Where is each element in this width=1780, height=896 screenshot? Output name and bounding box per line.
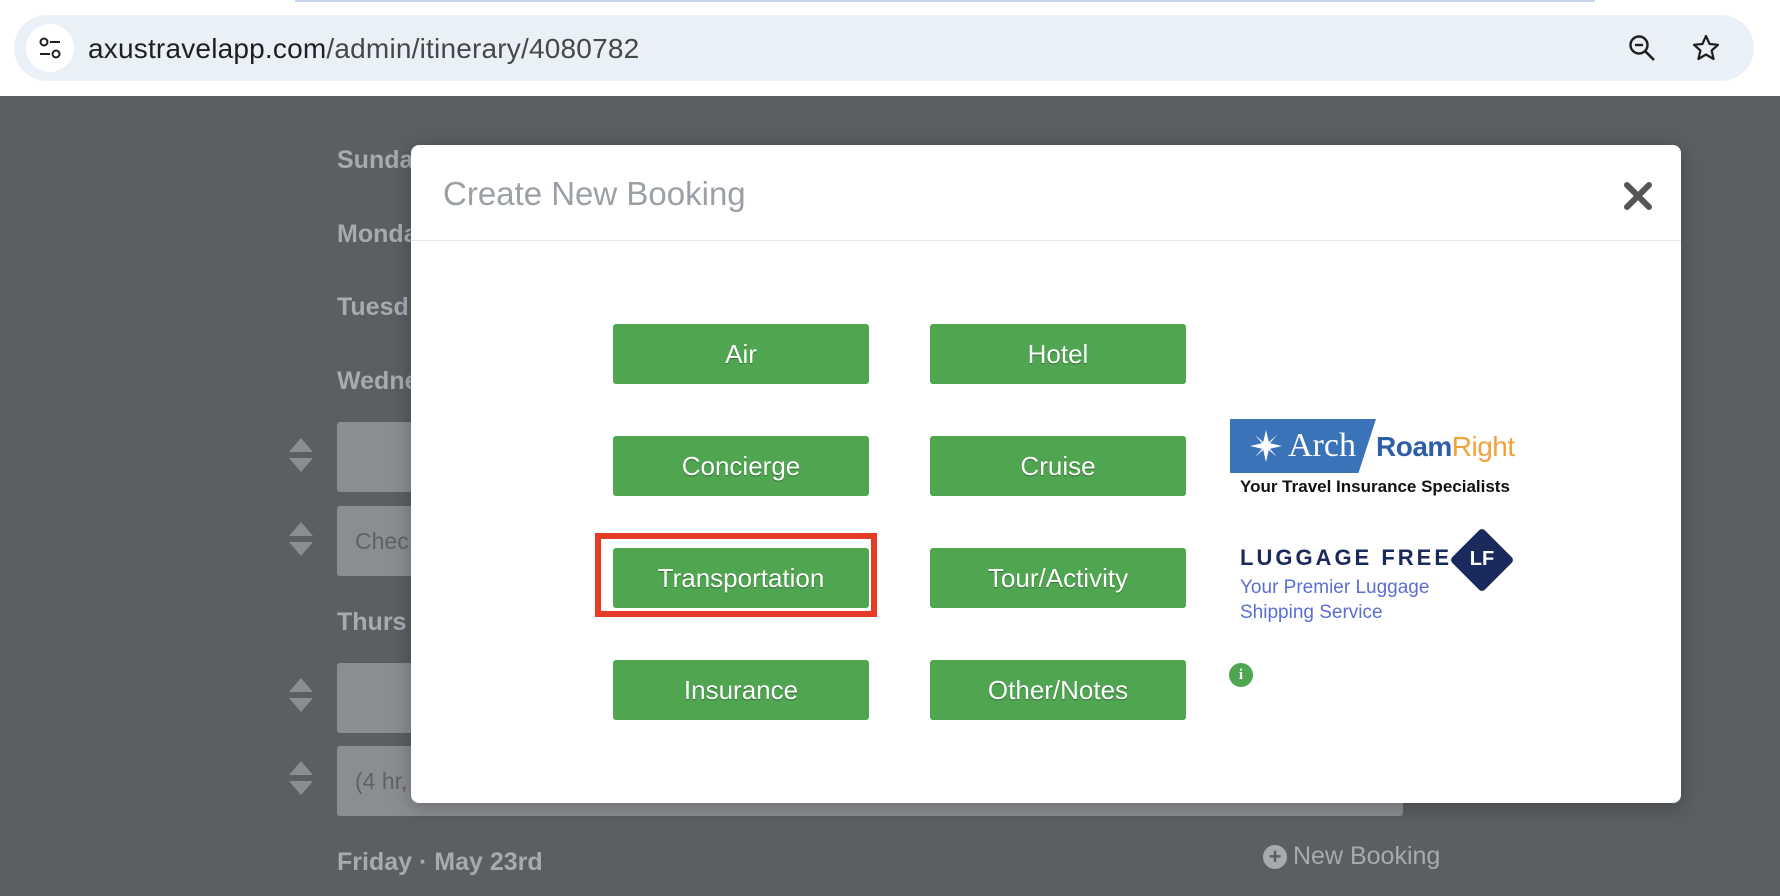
browser-toolbar: axustravelapp.com/admin/itinerary/408078…	[0, 0, 1780, 96]
drag-sort-icon[interactable]	[288, 676, 314, 714]
compass-star-icon	[1250, 430, 1282, 462]
bookmark-star-icon[interactable]	[1690, 32, 1722, 64]
day-heading-wednesday: Wedne	[337, 367, 419, 395]
drag-sort-icon[interactable]	[288, 436, 314, 474]
roam-text: Roam	[1376, 431, 1452, 462]
transportation-button[interactable]: Transportation	[613, 548, 869, 608]
close-icon[interactable]	[1617, 175, 1659, 217]
info-icon[interactable]: i	[1229, 663, 1253, 687]
right-text: Right	[1451, 431, 1515, 462]
luggage-free-tagline-2: Shipping Service	[1240, 602, 1383, 623]
booking-card-text: (4 hr,	[355, 768, 408, 794]
day-heading-thursday: Thurs	[337, 608, 407, 636]
other-notes-button[interactable]: Other/Notes	[930, 660, 1186, 720]
url-text[interactable]: axustravelapp.com/admin/itinerary/408078…	[88, 33, 639, 65]
booking-card-text: Chec	[355, 528, 409, 554]
lf-monogram: LF	[1469, 548, 1495, 570]
cruise-button[interactable]: Cruise	[930, 436, 1186, 496]
zoom-out-icon[interactable]	[1626, 32, 1658, 64]
luggage-free-tagline-1: Your Premier Luggage	[1240, 577, 1430, 598]
create-booking-modal: Create New Booking Air Hotel Concierge C…	[411, 145, 1681, 803]
new-booking-link[interactable]: + New Booking	[1263, 842, 1440, 871]
day-heading-monday: Monda	[337, 220, 418, 248]
day-heading-friday: Friday · May 23rd	[337, 848, 543, 876]
new-booking-label: New Booking	[1293, 842, 1441, 870]
plus-circle-icon: +	[1263, 844, 1287, 869]
url-path: /admin/itinerary/4080782	[326, 33, 640, 64]
arch-tagline: Your Travel Insurance Specialists	[1240, 477, 1510, 496]
tour-activity-button[interactable]: Tour/Activity	[930, 548, 1186, 608]
hotel-button[interactable]: Hotel	[930, 324, 1186, 384]
luggage-free-logo[interactable]: LUGGAGE FREE Your Premier Luggage Shippi…	[1240, 527, 1530, 637]
drag-sort-icon[interactable]	[288, 520, 314, 558]
arch-wordmark: Arch	[1288, 427, 1356, 464]
arch-logo-box: Arch	[1230, 419, 1376, 473]
insurance-button[interactable]: Insurance	[613, 660, 869, 720]
modal-title: Create New Booking	[443, 175, 746, 212]
day-heading-sunday: Sunda	[337, 146, 414, 174]
url-host: axustravelapp.com	[88, 33, 327, 64]
drag-sort-icon[interactable]	[288, 759, 314, 797]
loading-bar	[295, 0, 1595, 2]
air-button[interactable]: Air	[613, 324, 869, 384]
roamright-wordmark: RoamRight	[1376, 431, 1515, 463]
arch-roamright-logo[interactable]: Arch RoamRight Your Travel Insurance Spe…	[1230, 419, 1515, 499]
site-info-icon[interactable]	[26, 24, 74, 72]
concierge-button[interactable]: Concierge	[613, 436, 869, 496]
modal-header: Create New Booking	[411, 145, 1681, 241]
luggage-free-title: LUGGAGE FREE	[1240, 545, 1453, 570]
day-heading-tuesday: Tuesd	[337, 293, 409, 321]
address-bar[interactable]: axustravelapp.com/admin/itinerary/408078…	[14, 15, 1754, 81]
